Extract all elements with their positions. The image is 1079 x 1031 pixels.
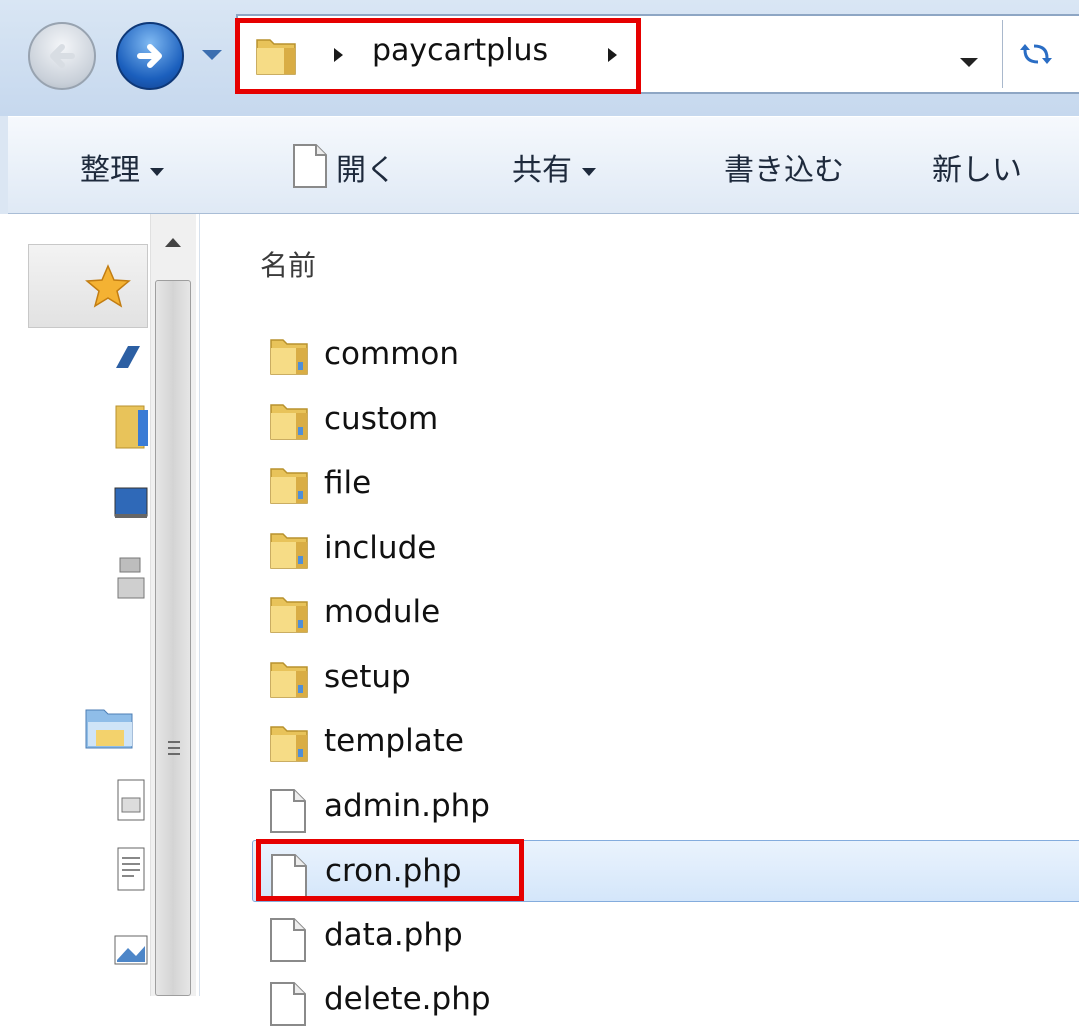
folder-row[interactable]: custom <box>252 389 1079 451</box>
item-name: setup <box>324 659 411 695</box>
command-bar: 整理 開く 共有 書き込む 新しい <box>0 116 1079 214</box>
address-history-dropdown[interactable] <box>960 58 978 67</box>
folder-icon <box>268 723 310 769</box>
share-label: 共有 <box>512 153 572 188</box>
organize-label: 整理 <box>80 153 140 188</box>
address-separator <box>1002 20 1003 88</box>
item-name: template <box>324 723 464 759</box>
document-icon <box>293 144 327 188</box>
share-menu[interactable]: 共有 <box>512 145 596 189</box>
scroll-up-arrow-icon[interactable] <box>165 238 181 247</box>
scrollbar-thumb[interactable] <box>155 280 191 996</box>
skydrive-cloud-icon[interactable] <box>112 342 148 372</box>
open-button[interactable]: 開く <box>336 145 396 189</box>
folder-row[interactable]: template <box>252 711 1079 773</box>
file-row[interactable]: data.php <box>252 905 1079 967</box>
folder-row[interactable]: file <box>252 453 1079 515</box>
text-file-icon[interactable] <box>112 844 148 894</box>
file-icon <box>268 788 308 838</box>
back-button[interactable] <box>28 22 96 90</box>
documents-icon[interactable] <box>112 776 148 826</box>
item-name: custom <box>324 401 439 437</box>
forward-button[interactable] <box>116 22 184 90</box>
folder-row[interactable]: module <box>252 582 1079 644</box>
folder-icon <box>268 530 310 576</box>
file-icon <box>268 917 308 967</box>
recent-pages-dropdown[interactable] <box>202 50 222 60</box>
chevron-down-icon <box>582 167 596 176</box>
back-arrow-icon <box>50 44 75 68</box>
folder-row[interactable]: setup <box>252 647 1079 709</box>
refresh-icon[interactable] <box>1014 34 1058 74</box>
new-folder-button[interactable]: 新しい <box>932 145 1022 189</box>
item-name: delete.php <box>324 981 491 1017</box>
navigation-pane <box>0 214 200 996</box>
favorites-item[interactable] <box>28 244 148 328</box>
item-name: admin.php <box>324 788 490 824</box>
item-name: include <box>324 530 437 566</box>
grip-line <box>168 747 180 749</box>
downloads-folder-icon[interactable] <box>112 404 148 450</box>
folder-icon <box>268 401 310 447</box>
nav-pane-scrollbar[interactable] <box>150 214 196 996</box>
organize-menu[interactable]: 整理 <box>80 145 164 189</box>
item-name: module <box>324 594 441 630</box>
name-column-header[interactable]: 名前 <box>260 244 316 284</box>
folder-icon <box>268 659 310 705</box>
favorites-star-icon <box>85 264 131 308</box>
forward-arrow-icon <box>137 44 162 68</box>
item-name: common <box>324 336 460 372</box>
item-name: data.php <box>324 917 463 953</box>
item-name: file <box>324 465 372 501</box>
file-row[interactable]: delete.php <box>252 969 1079 1031</box>
grip-line <box>168 753 180 755</box>
burn-button[interactable]: 書き込む <box>724 145 844 189</box>
desktop-icon[interactable] <box>112 484 148 524</box>
recent-places-icon[interactable] <box>112 554 148 604</box>
file-highlight-box <box>256 839 524 901</box>
pictures-icon[interactable] <box>112 930 148 970</box>
chevron-down-icon <box>150 167 164 176</box>
file-icon <box>268 981 308 1031</box>
folder-icon <box>268 336 310 382</box>
folder-icon <box>268 594 310 640</box>
file-row[interactable]: admin.php <box>252 776 1079 838</box>
libraries-icon[interactable] <box>82 704 138 752</box>
folder-row[interactable]: include <box>252 518 1079 580</box>
folder-icon <box>268 465 310 511</box>
address-highlight-box <box>235 18 641 94</box>
grip-line <box>168 741 180 743</box>
folder-row[interactable]: common <box>252 324 1079 386</box>
